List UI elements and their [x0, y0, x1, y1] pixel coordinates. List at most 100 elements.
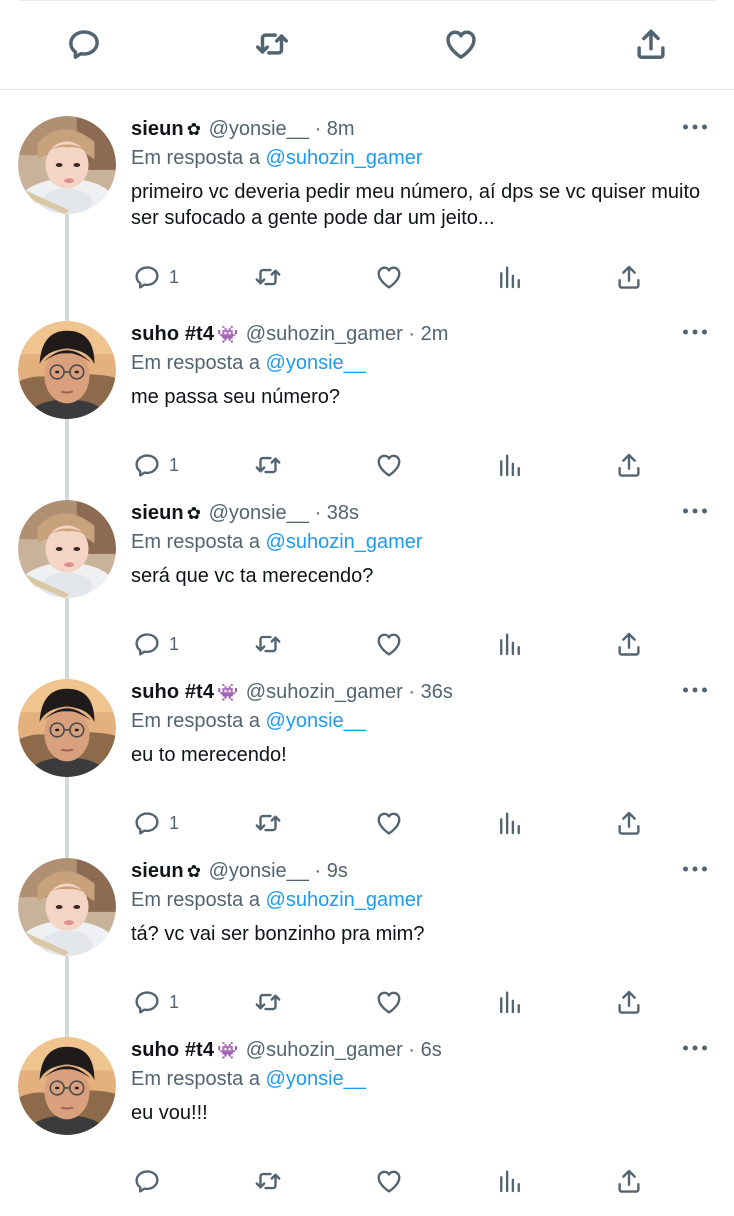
reply-icon	[132, 1166, 162, 1196]
more-options-icon[interactable]	[682, 327, 708, 337]
tweet-header: suho #t4 👾 @suhozin_gamer · 36s	[131, 677, 453, 708]
more-options-icon[interactable]	[682, 1043, 708, 1053]
retweet-button[interactable]	[253, 259, 283, 295]
sieun-avatar[interactable]	[18, 500, 116, 598]
name-badge: 👾	[217, 325, 239, 344]
timestamp[interactable]: 36s	[421, 681, 453, 703]
like-button[interactable]	[374, 626, 404, 662]
reply-icon	[132, 987, 162, 1017]
like-button[interactable]	[374, 1163, 404, 1199]
reply-count: 1	[169, 266, 180, 287]
tweet[interactable]: sieun ✿ @yonsie__ · 38s Em resposta a @su…	[0, 500, 734, 679]
display-name[interactable]: sieun	[131, 502, 184, 524]
reply-icon	[132, 450, 162, 480]
retweet-icon	[253, 262, 283, 292]
share-button[interactable]	[614, 626, 644, 662]
user-handle[interactable]: @yonsie__	[209, 860, 309, 882]
more-options-icon[interactable]	[682, 864, 708, 874]
retweet-icon[interactable]	[252, 24, 292, 64]
mention-link[interactable]: @yonsie__	[266, 352, 366, 374]
reply-count: 1	[169, 633, 180, 654]
share-button[interactable]	[614, 805, 644, 841]
tweet-actions: 1	[0, 259, 734, 295]
mention-link[interactable]: @suhozin_gamer	[266, 889, 423, 911]
timestamp[interactable]: 2m	[421, 323, 449, 345]
retweet-button[interactable]	[253, 626, 283, 662]
user-handle[interactable]: @suhozin_gamer	[246, 1039, 403, 1061]
retweet-button[interactable]	[253, 984, 283, 1020]
tweet-actions	[0, 1163, 734, 1199]
views-button[interactable]	[495, 259, 525, 295]
retweet-icon	[253, 1166, 283, 1196]
name-badge: 👾	[217, 683, 239, 702]
reply-button[interactable]: 1	[132, 447, 179, 483]
tweet-header: sieun ✿ @yonsie__ · 38s	[131, 498, 359, 529]
timestamp[interactable]: 8m	[327, 118, 355, 140]
share-icon[interactable]	[631, 24, 671, 64]
suho-avatar[interactable]	[18, 321, 116, 419]
views-button[interactable]	[495, 447, 525, 483]
like-icon	[374, 450, 404, 480]
mention-link[interactable]: @yonsie__	[266, 710, 366, 732]
mention-link[interactable]: @yonsie__	[266, 1068, 366, 1090]
reply-button[interactable]: 1	[132, 626, 179, 662]
name-badge: ✿	[186, 120, 201, 139]
retweet-button[interactable]	[253, 805, 283, 841]
timestamp[interactable]: 9s	[327, 860, 348, 882]
display-name[interactable]: sieun	[131, 860, 184, 882]
more-options-icon[interactable]	[682, 122, 708, 132]
views-button[interactable]	[495, 805, 525, 841]
reply-context: Em resposta a @suhozin_gamer	[131, 527, 423, 557]
share-button[interactable]	[614, 447, 644, 483]
user-handle[interactable]: @suhozin_gamer	[246, 681, 403, 703]
share-button[interactable]	[614, 1163, 644, 1199]
like-button[interactable]	[374, 984, 404, 1020]
share-button[interactable]	[614, 984, 644, 1020]
mention-link[interactable]: @suhozin_gamer	[266, 147, 423, 169]
retweet-button[interactable]	[253, 447, 283, 483]
tweet[interactable]: suho #t4 👾 @suhozin_gamer · 6s Em respost…	[0, 1037, 734, 1216]
timestamp[interactable]: 6s	[421, 1039, 442, 1061]
user-handle[interactable]: @yonsie__	[209, 118, 309, 140]
reply-icon[interactable]	[64, 24, 104, 64]
more-options-icon[interactable]	[682, 506, 708, 516]
retweet-button[interactable]	[253, 1163, 283, 1199]
reply-icon	[132, 629, 162, 659]
display-name[interactable]: suho #t4	[131, 681, 214, 703]
tweet[interactable]: suho #t4 👾 @suhozin_gamer · 2m Em respost…	[0, 321, 734, 500]
mention-link[interactable]: @suhozin_gamer	[266, 531, 423, 553]
share-icon	[614, 987, 644, 1017]
display-name[interactable]: sieun	[131, 118, 184, 140]
tweet-header: sieun ✿ @yonsie__ · 8m	[131, 114, 355, 145]
user-handle[interactable]: @yonsie__	[209, 502, 309, 524]
sieun-avatar[interactable]	[18, 116, 116, 214]
display-name[interactable]: suho #t4	[131, 323, 214, 345]
like-button[interactable]	[374, 259, 404, 295]
views-button[interactable]	[495, 1163, 525, 1199]
like-icon[interactable]	[441, 24, 481, 64]
sieun-avatar[interactable]	[18, 858, 116, 956]
like-icon	[374, 987, 404, 1017]
reply-prefix: Em resposta a	[131, 710, 260, 732]
views-button[interactable]	[495, 626, 525, 662]
timestamp[interactable]: 38s	[327, 502, 359, 524]
tweet[interactable]: suho #t4 👾 @suhozin_gamer · 36s Em respos…	[0, 679, 734, 858]
reply-button[interactable]: 1	[132, 259, 179, 295]
share-icon	[614, 1166, 644, 1196]
tweet[interactable]: sieun ✿ @yonsie__ · 9s Em resposta a @suh…	[0, 858, 734, 1037]
more-options-icon[interactable]	[682, 685, 708, 695]
reply-button[interactable]: 1	[132, 984, 179, 1020]
tweet[interactable]: sieun ✿ @yonsie__ · 8m Em resposta a @suh…	[0, 116, 734, 295]
reply-button[interactable]: 1	[132, 805, 179, 841]
views-icon	[495, 629, 525, 659]
like-button[interactable]	[374, 805, 404, 841]
share-button[interactable]	[614, 259, 644, 295]
suho-avatar[interactable]	[18, 679, 116, 777]
views-button[interactable]	[495, 984, 525, 1020]
user-handle[interactable]: @suhozin_gamer	[246, 323, 403, 345]
suho-avatar[interactable]	[18, 1037, 116, 1135]
like-button[interactable]	[374, 447, 404, 483]
name-badge: ✿	[186, 504, 201, 523]
display-name[interactable]: suho #t4	[131, 1039, 214, 1061]
reply-button[interactable]	[132, 1163, 169, 1199]
